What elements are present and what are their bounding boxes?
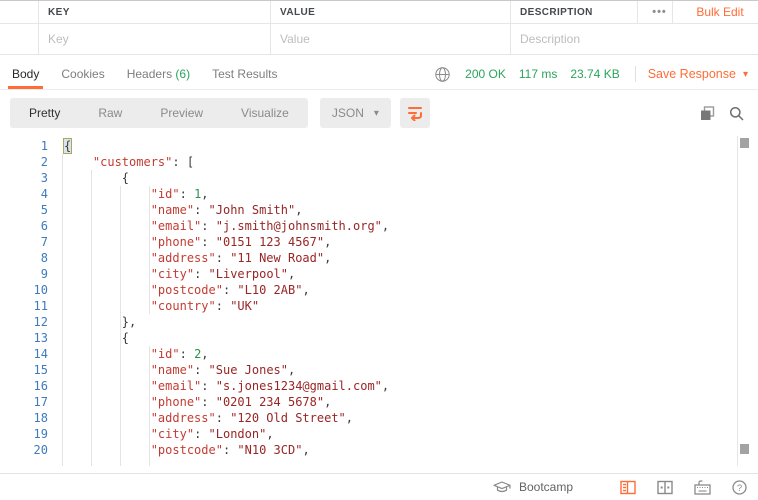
save-response-button[interactable]: Save Response ▾ bbox=[648, 67, 748, 81]
code-line: 2 "customers": [ bbox=[0, 154, 758, 170]
line-number: 13 bbox=[0, 330, 48, 346]
line-number: 4 bbox=[0, 186, 48, 202]
indent-guide bbox=[62, 154, 63, 466]
editor-scroll-track bbox=[737, 136, 738, 466]
code-line: 8 "address": "11 New Road", bbox=[0, 250, 758, 266]
key-column-header: KEY bbox=[48, 7, 70, 18]
response-meta-bar: Body Cookies Headers (6) Test Results 20… bbox=[0, 60, 758, 90]
line-number: 3 bbox=[0, 170, 48, 186]
line-number: 5 bbox=[0, 202, 48, 218]
line-number: 12 bbox=[0, 314, 48, 330]
code-line: 10 "postcode": "L10 2AB", bbox=[0, 282, 758, 298]
line-number: 17 bbox=[0, 394, 48, 410]
keyboard-shortcuts-icon[interactable] bbox=[694, 480, 711, 495]
line-number: 8 bbox=[0, 250, 48, 266]
indent-guide bbox=[149, 186, 150, 314]
chevron-down-icon: ▾ bbox=[743, 69, 748, 80]
row-handle-column bbox=[0, 24, 38, 54]
line-number: 14 bbox=[0, 346, 48, 362]
code-line: 20 "postcode": "N10 3CD", bbox=[0, 442, 758, 458]
bootcamp-button[interactable]: Bootcamp bbox=[493, 480, 573, 494]
beautify-icon bbox=[406, 105, 424, 121]
code-line: 14 "id": 2, bbox=[0, 346, 758, 362]
beautify-button[interactable] bbox=[400, 98, 430, 128]
line-number: 2 bbox=[0, 154, 48, 170]
mode-raw[interactable]: Raw bbox=[79, 98, 141, 128]
scrollbar-thumb[interactable] bbox=[740, 138, 749, 148]
key-input[interactable]: Key bbox=[38, 24, 270, 54]
search-icon[interactable] bbox=[729, 106, 744, 121]
line-number: 20 bbox=[0, 442, 48, 458]
tab-cookies[interactable]: Cookies bbox=[57, 61, 108, 89]
tab-body[interactable]: Body bbox=[8, 61, 43, 89]
release-notes-icon[interactable] bbox=[620, 480, 636, 495]
code-line: 6 "email": "j.smith@johnsmith.org", bbox=[0, 218, 758, 234]
line-number: 9 bbox=[0, 266, 48, 282]
bulk-edit-button[interactable]: Bulk Edit bbox=[672, 1, 758, 23]
code-line: 11 "country": "UK" bbox=[0, 298, 758, 314]
tab-test-results[interactable]: Test Results bbox=[208, 61, 281, 89]
language-select[interactable]: JSON ▾ bbox=[320, 98, 391, 128]
line-number: 18 bbox=[0, 410, 48, 426]
value-column-header: VALUE bbox=[280, 7, 315, 18]
line-number: 6 bbox=[0, 218, 48, 234]
divider bbox=[635, 66, 636, 82]
code-line: 7 "phone": "0151 123 4567", bbox=[0, 234, 758, 250]
description-input[interactable]: Description bbox=[510, 24, 758, 54]
line-number: 19 bbox=[0, 426, 48, 442]
footer-bar: Bootcamp bbox=[0, 473, 758, 500]
row-handle-column bbox=[0, 1, 38, 23]
response-time: 117 ms bbox=[519, 67, 557, 81]
more-options-icon[interactable]: ••• bbox=[637, 1, 672, 23]
svg-text:?: ? bbox=[737, 482, 742, 493]
code-line: 13 { bbox=[0, 330, 758, 346]
response-tabs: Body Cookies Headers (6) Test Results bbox=[8, 61, 435, 89]
code-line: 15 "name": "Sue Jones", bbox=[0, 362, 758, 378]
copy-icon[interactable] bbox=[700, 106, 715, 121]
network-globe-icon[interactable] bbox=[435, 67, 450, 82]
code-line: 17 "phone": "0201 234 5678", bbox=[0, 394, 758, 410]
line-number: 7 bbox=[0, 234, 48, 250]
two-pane-layout-icon[interactable] bbox=[657, 480, 673, 495]
description-column-header: DESCRIPTION bbox=[520, 7, 593, 18]
graduation-cap-icon bbox=[493, 481, 511, 494]
mode-visualize[interactable]: Visualize bbox=[222, 98, 308, 128]
indent-guide bbox=[120, 186, 121, 466]
help-icon[interactable]: ? bbox=[732, 480, 747, 495]
code-line: 16 "email": "s.jones1234@gmail.com", bbox=[0, 378, 758, 394]
viewer-toolbar: Pretty Raw Preview Visualize JSON ▾ bbox=[0, 98, 758, 128]
code-line: 19 "city": "London", bbox=[0, 426, 758, 442]
line-number: 11 bbox=[0, 298, 48, 314]
code-line: 5 "name": "John Smith", bbox=[0, 202, 758, 218]
response-size: 23.74 KB bbox=[570, 67, 619, 81]
params-header-row: KEY VALUE DESCRIPTION ••• Bulk Edit bbox=[0, 1, 758, 24]
line-number: 15 bbox=[0, 362, 48, 378]
response-panel: KEY VALUE DESCRIPTION ••• Bulk Edit Key … bbox=[0, 0, 758, 500]
params-input-row: Key Value Description bbox=[0, 24, 758, 55]
response-body-editor[interactable]: 1{2 "customers": [3 {4 "id": 1,5 "name":… bbox=[0, 136, 758, 466]
code-line: 3 { bbox=[0, 170, 758, 186]
view-mode-switcher: Pretty Raw Preview Visualize bbox=[10, 98, 308, 128]
params-table: KEY VALUE DESCRIPTION ••• Bulk Edit Key … bbox=[0, 1, 758, 55]
code-line: 12 }, bbox=[0, 314, 758, 330]
value-input[interactable]: Value bbox=[270, 24, 510, 54]
indent-guide bbox=[91, 170, 92, 466]
scrollbar-mark[interactable] bbox=[740, 444, 749, 454]
headers-count-badge: (6) bbox=[175, 67, 190, 81]
line-number: 10 bbox=[0, 282, 48, 298]
indent-guide bbox=[149, 346, 150, 466]
chevron-down-icon: ▾ bbox=[374, 108, 379, 119]
status-code: 200 OK bbox=[465, 67, 506, 81]
code-line: 4 "id": 1, bbox=[0, 186, 758, 202]
mode-preview[interactable]: Preview bbox=[141, 98, 222, 128]
code-lines: 1{2 "customers": [3 {4 "id": 1,5 "name":… bbox=[0, 138, 758, 458]
code-line: 1{ bbox=[0, 138, 758, 154]
line-number: 16 bbox=[0, 378, 48, 394]
line-number: 1 bbox=[0, 138, 48, 154]
code-line: 18 "address": "120 Old Street", bbox=[0, 410, 758, 426]
tab-headers[interactable]: Headers (6) bbox=[123, 61, 194, 89]
mode-pretty[interactable]: Pretty bbox=[10, 98, 79, 128]
code-line: 9 "city": "Liverpool", bbox=[0, 266, 758, 282]
